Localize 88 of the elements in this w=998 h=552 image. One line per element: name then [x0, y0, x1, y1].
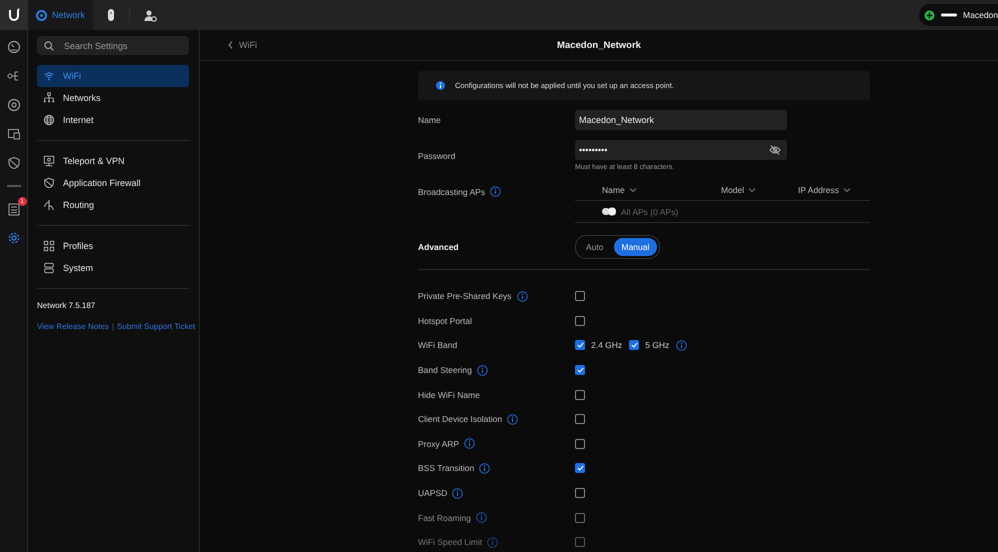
- device-bar-icon: [941, 13, 958, 17]
- link[interactable]: Submit Support Ticket: [116, 322, 196, 331]
- checkbox[interactable]: [575, 365, 585, 376]
- field-label: Name: [418, 115, 442, 125]
- sidebar-item[interactable]: System: [37, 257, 189, 279]
- sidebar-item[interactable]: Networks: [37, 87, 189, 109]
- name-field[interactable]: Macedon_Network: [575, 110, 787, 130]
- wifi-icon: [43, 70, 55, 82]
- sidebar-item[interactable]: Teleport & VPN: [37, 150, 189, 172]
- sidebar-item[interactable]: Routing: [37, 194, 189, 216]
- chevron-down-icon: [748, 187, 756, 193]
- check-icon: [576, 342, 584, 348]
- column-header[interactable]: IP Address: [798, 185, 870, 195]
- password-field[interactable]: •••••••••: [575, 140, 787, 160]
- sidebar-item[interactable]: Application Firewall: [37, 172, 189, 194]
- setting-label: Private Pre-Shared Keys: [418, 291, 512, 302]
- page-title: Macedon_Network: [557, 40, 641, 50]
- list-icon[interactable]: [6, 202, 20, 216]
- version-text: Network 7.5.187: [37, 301, 96, 310]
- link[interactable]: View Release Notes: [37, 322, 109, 331]
- checkbox[interactable]: [575, 340, 585, 350]
- grid-icon: [43, 240, 55, 252]
- segment-option[interactable]: Auto: [578, 238, 612, 256]
- status-icon: [924, 10, 936, 20]
- info-icon: [676, 340, 688, 351]
- back-link[interactable]: WiFi: [228, 40, 257, 50]
- segment-option[interactable]: Manual: [614, 238, 658, 256]
- monitor-icon: [43, 155, 55, 167]
- info-icon: [436, 81, 445, 90]
- checkbox[interactable]: [629, 340, 640, 350]
- setting-label: WiFi Speed Limit: [418, 537, 482, 548]
- setting-label: Band Steering: [418, 365, 472, 376]
- sidebar-item[interactable]: WiFi: [37, 65, 189, 87]
- setting-label: Proxy ARP: [418, 438, 460, 449]
- server-icon: [43, 262, 55, 274]
- setting-label: WiFi Band: [418, 340, 458, 350]
- globe-icon: [43, 114, 55, 126]
- topology-icon[interactable]: [6, 69, 20, 83]
- settings-icon[interactable]: [6, 230, 20, 244]
- setting-label: Client Device Isolation: [418, 414, 502, 424]
- gauge-icon[interactable]: [6, 40, 20, 54]
- chevron-left-icon: [228, 41, 233, 49]
- link-separator: |: [112, 322, 114, 331]
- routing-icon: [43, 199, 55, 211]
- shield-icon: [43, 177, 55, 189]
- checkbox[interactable]: [575, 390, 585, 400]
- target-icon[interactable]: [6, 98, 20, 112]
- setting-label: BSS Transition: [418, 463, 474, 474]
- setting-label: UAPSD: [418, 488, 448, 498]
- access-point-icon: [107, 8, 116, 22]
- checkbox[interactable]: [575, 414, 585, 424]
- account-name: Macedon: [963, 10, 998, 20]
- eye-slash-icon: [769, 145, 781, 155]
- search-icon: [44, 41, 54, 51]
- field-label: Broadcasting APs: [418, 186, 486, 196]
- section-label: Advanced: [418, 242, 460, 252]
- check-icon: [576, 465, 584, 472]
- app-logo[interactable]: [0, 0, 28, 30]
- sidebar-item[interactable]: Profiles: [37, 235, 189, 257]
- info-icon: [490, 186, 502, 197]
- access-point-icon: [602, 207, 617, 216]
- field-label: Password: [418, 150, 456, 160]
- checkbox[interactable]: [575, 316, 585, 326]
- chevron-down-icon: [842, 187, 851, 193]
- setting-label: Fast Roaming: [418, 512, 471, 523]
- shield-icon[interactable]: [6, 156, 20, 170]
- checkbox[interactable]: [575, 463, 585, 474]
- setting-label: Hide WiFi Name: [418, 390, 480, 400]
- check-icon: [576, 367, 584, 374]
- chevron-down-icon: [628, 187, 637, 193]
- checkbox[interactable]: [575, 488, 585, 498]
- checkbox-label: 5 GHz: [645, 340, 670, 350]
- app-tab[interactable]: Network: [28, 0, 94, 30]
- checkbox-label: 2.4 GHz: [591, 340, 622, 350]
- network-tree-icon: [43, 92, 55, 104]
- user-settings-icon: [144, 8, 158, 22]
- column-header[interactable]: Model: [721, 185, 798, 195]
- target-icon: [36, 10, 47, 20]
- check-icon: [630, 342, 638, 348]
- checkbox[interactable]: [575, 537, 585, 548]
- sidebar-item[interactable]: Internet: [37, 109, 189, 131]
- checkbox[interactable]: [575, 291, 585, 302]
- table-cell: All APs (0 APs): [621, 206, 678, 216]
- setting-label: Hotspot Portal: [418, 316, 472, 326]
- column-header[interactable]: Name: [602, 185, 721, 195]
- devices-icon[interactable]: [6, 127, 20, 141]
- checkbox[interactable]: [575, 512, 585, 523]
- checkbox[interactable]: [575, 438, 585, 449]
